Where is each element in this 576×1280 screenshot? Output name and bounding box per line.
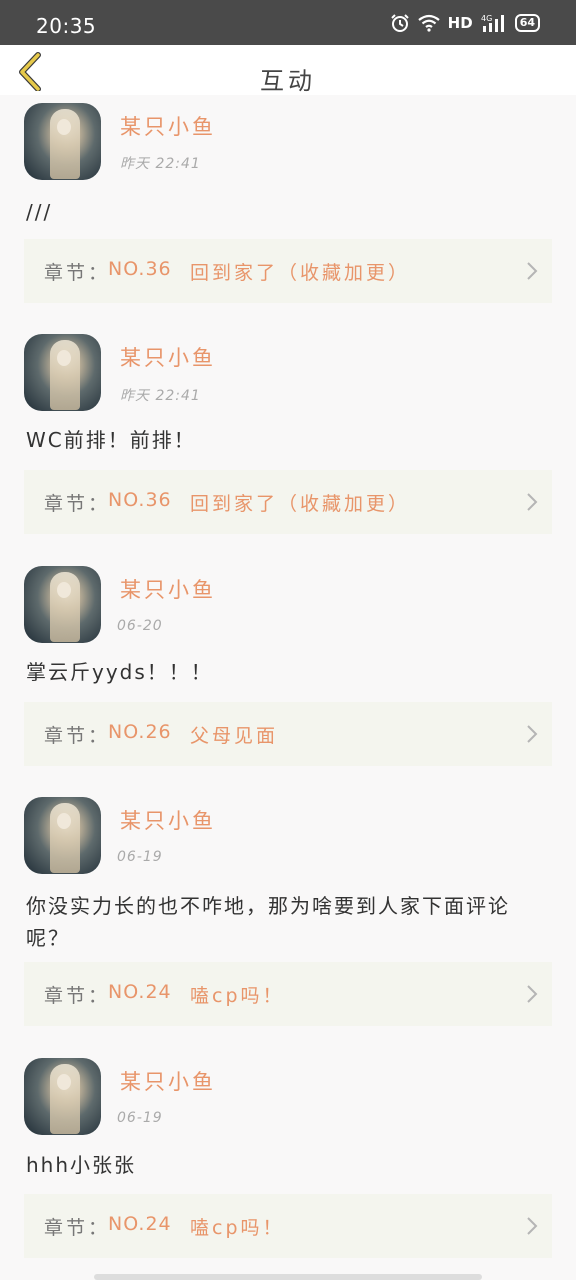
username[interactable]: 某只小鱼 [120,342,216,372]
chapter-title: 嗑cp吗！ [190,1217,285,1239]
signal-icon: 4G [481,14,504,32]
chapter-link[interactable]: 章节： NO.24 嗑cp吗！ [24,962,552,1026]
header: 互动 [0,45,576,95]
page-title: 互动 [260,67,316,95]
chapter-number: NO.26 [108,721,172,743]
comment-content: hhh小张张 [26,1153,137,1177]
chevron-right-icon [527,493,538,511]
avatar[interactable] [24,566,101,643]
chevron-right-icon [527,1217,538,1235]
chapter-number: NO.24 [108,1213,172,1235]
chevron-right-icon [527,725,538,743]
status-time: 20:35 [36,14,97,38]
chapter-link[interactable]: 章节： NO.26 父母见面 [24,702,552,766]
status-bar: 20:35 HD 4G 64 [0,0,576,45]
avatar[interactable] [24,797,101,874]
comment-content: 掌云斤yyds！！！ [26,660,213,684]
username[interactable]: 某只小鱼 [120,111,216,141]
chapter-title: 回到家了（收藏加更） [190,262,411,284]
chevron-right-icon [527,985,538,1003]
avatar[interactable] [24,334,101,411]
battery-icon: 64 [514,14,540,32]
wifi-icon [417,14,440,32]
chapter-number: NO.36 [108,489,172,511]
comment-time: 昨天 22:41 [120,156,201,172]
chapter-title: 父母见面 [190,725,279,747]
comment-time: 06-19 [117,849,163,865]
chapter-link[interactable]: 章节： NO.36 回到家了（收藏加更） [24,239,552,303]
username[interactable]: 某只小鱼 [120,574,216,604]
status-icons: HD 4G 64 [390,12,540,34]
comment-time: 06-20 [117,618,163,634]
network-type: HD [447,14,473,32]
comment-time: 06-19 [117,1110,163,1126]
avatar[interactable] [24,1058,101,1135]
chapter-link[interactable]: 章节： NO.36 回到家了（收藏加更） [24,470,552,534]
chevron-right-icon [527,262,538,280]
chapter-title: 嗑cp吗！ [190,985,285,1007]
chapter-prefix: 章节： [44,262,111,284]
comment-content: 你没实力长的也不咋地，那为啥要到人家下面评论呢？ [26,894,510,950]
chapter-prefix: 章节： [44,1217,111,1239]
chapter-prefix: 章节： [44,725,111,747]
scroll-indicator [94,1274,482,1280]
comment-time: 昨天 22:41 [120,388,201,404]
chapter-title: 回到家了（收藏加更） [190,493,411,515]
chapter-number: NO.24 [108,981,172,1003]
signal-label: 4G [481,14,492,23]
username[interactable]: 某只小鱼 [120,805,216,835]
avatar[interactable] [24,103,101,180]
chapter-prefix: 章节： [44,985,111,1007]
chapter-number: NO.36 [108,258,172,280]
username[interactable]: 某只小鱼 [120,1066,216,1096]
comment-content: WC前排！前排！ [26,428,196,452]
comment-content: /// [26,200,53,224]
alarm-icon [390,14,409,32]
chapter-prefix: 章节： [44,493,111,515]
chapter-link[interactable]: 章节： NO.24 嗑cp吗！ [24,1194,552,1258]
